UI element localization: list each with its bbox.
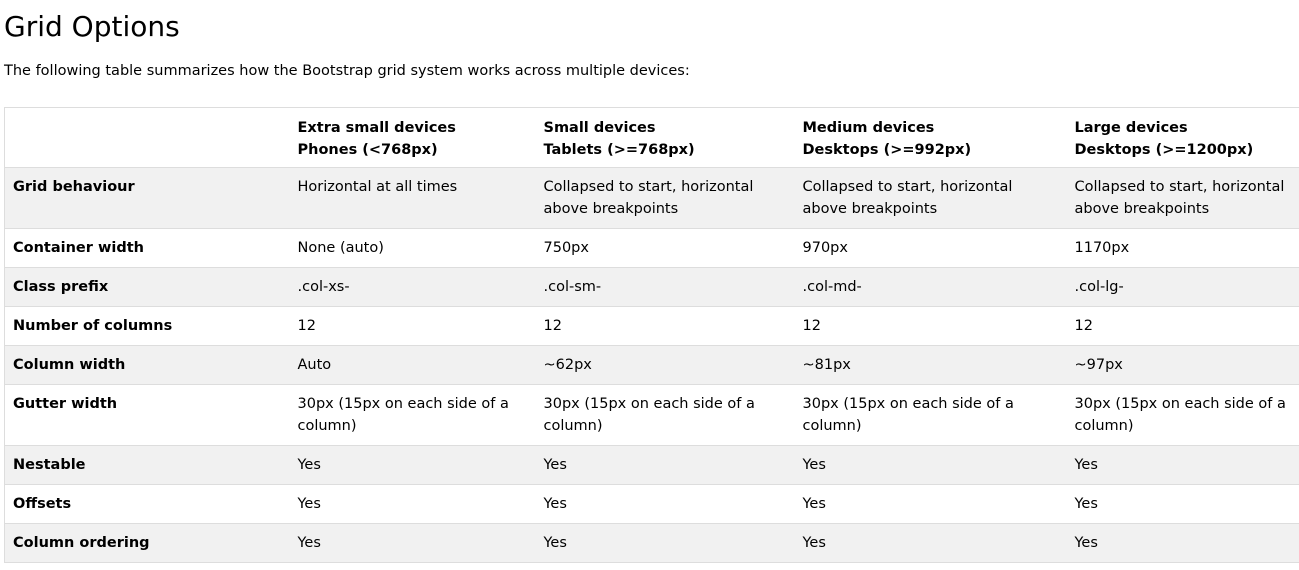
header-device-label: Medium devices — [802, 120, 935, 136]
table-cell: 750px — [535, 228, 795, 268]
header-cell-small: Small devices Tablets (>=768px) — [535, 107, 795, 168]
table-cell: Auto — [289, 345, 536, 385]
table-row-gutter-width: Gutter width 30px (15px on each side of … — [4, 384, 1299, 446]
table-cell: Yes — [535, 523, 795, 563]
table-header: Extra small devices Phones (<768px) Smal… — [4, 107, 1299, 168]
table-cell: Yes — [535, 484, 795, 524]
header-breakpoint-label: Phones (<768px) — [297, 142, 438, 158]
header-cell-medium: Medium devices Desktops (>=992px) — [794, 107, 1067, 168]
header-device-label: Extra small devices — [297, 120, 456, 136]
table-cell: 1170px — [1066, 228, 1299, 268]
table-cell: ~62px — [535, 345, 795, 385]
row-label: Gutter width — [4, 384, 290, 446]
table-cell: Yes — [1066, 484, 1299, 524]
table-cell: .col-xs- — [289, 267, 536, 307]
row-label: Offsets — [4, 484, 290, 524]
table-cell: .col-lg- — [1066, 267, 1299, 307]
table-cell: 12 — [794, 306, 1067, 346]
table-cell: ~97px — [1066, 345, 1299, 385]
table-row-nestable: Nestable Yes Yes Yes Yes — [4, 445, 1299, 485]
table-cell: Collapsed to start, horizontal above bre… — [794, 167, 1067, 229]
table-cell: Yes — [794, 523, 1067, 563]
header-cell-large: Large devices Desktops (>=1200px) — [1066, 107, 1299, 168]
row-label: Class prefix — [4, 267, 290, 307]
table-cell: 30px (15px on each side of a column) — [535, 384, 795, 446]
table-cell: Yes — [794, 445, 1067, 485]
table-body: Grid behaviour Horizontal at all times C… — [4, 167, 1299, 563]
table-cell: Yes — [1066, 445, 1299, 485]
table-cell: 12 — [1066, 306, 1299, 346]
row-label: Number of columns — [4, 306, 290, 346]
row-label: Column width — [4, 345, 290, 385]
header-device-label: Small devices — [543, 120, 656, 136]
table-cell: 12 — [535, 306, 795, 346]
header-breakpoint-label: Desktops (>=1200px) — [1074, 142, 1254, 158]
table-cell: Yes — [289, 523, 536, 563]
table-cell: Yes — [289, 484, 536, 524]
header-breakpoint-label: Tablets (>=768px) — [543, 142, 695, 158]
table-cell: .col-sm- — [535, 267, 795, 307]
row-label: Container width — [4, 228, 290, 268]
header-cell-empty — [4, 107, 290, 168]
table-cell: Collapsed to start, horizontal above bre… — [535, 167, 795, 229]
page-title: Grid Options — [4, 10, 180, 43]
grid-options-table: Extra small devices Phones (<768px) Smal… — [4, 107, 1299, 563]
row-label: Grid behaviour — [4, 167, 290, 229]
table-cell: .col-md- — [794, 267, 1067, 307]
row-label: Column ordering — [4, 523, 290, 563]
table-cell: Horizontal at all times — [289, 167, 536, 229]
header-row: Extra small devices Phones (<768px) Smal… — [4, 107, 1299, 168]
table-cell: ~81px — [794, 345, 1067, 385]
table-row-offsets: Offsets Yes Yes Yes Yes — [4, 484, 1299, 524]
table-row-grid-behaviour: Grid behaviour Horizontal at all times C… — [4, 167, 1299, 229]
header-cell-extra-small: Extra small devices Phones (<768px) — [289, 107, 536, 168]
intro-text: The following table summarizes how the B… — [4, 63, 690, 79]
table-row-container-width: Container width None (auto) 750px 970px … — [4, 228, 1299, 268]
table-cell: None (auto) — [289, 228, 536, 268]
table-cell: 30px (15px on each side of a column) — [794, 384, 1067, 446]
table-cell: Yes — [535, 445, 795, 485]
table-cell: Yes — [289, 445, 536, 485]
row-label: Nestable — [4, 445, 290, 485]
table-row-column-ordering: Column ordering Yes Yes Yes Yes — [4, 523, 1299, 563]
table-cell: Yes — [1066, 523, 1299, 563]
table-cell: Yes — [794, 484, 1067, 524]
table-cell: 12 — [289, 306, 536, 346]
table-cell: 30px (15px on each side of a column) — [289, 384, 536, 446]
table-row-column-width: Column width Auto ~62px ~81px ~97px — [4, 345, 1299, 385]
table-cell: 30px (15px on each side of a column) — [1066, 384, 1299, 446]
table-cell: Collapsed to start, horizontal above bre… — [1066, 167, 1299, 229]
table-cell: 970px — [794, 228, 1067, 268]
header-breakpoint-label: Desktops (>=992px) — [802, 142, 972, 158]
header-device-label: Large devices — [1074, 120, 1188, 136]
table-row-number-of-columns: Number of columns 12 12 12 12 — [4, 306, 1299, 346]
table-row-class-prefix: Class prefix .col-xs- .col-sm- .col-md- … — [4, 267, 1299, 307]
